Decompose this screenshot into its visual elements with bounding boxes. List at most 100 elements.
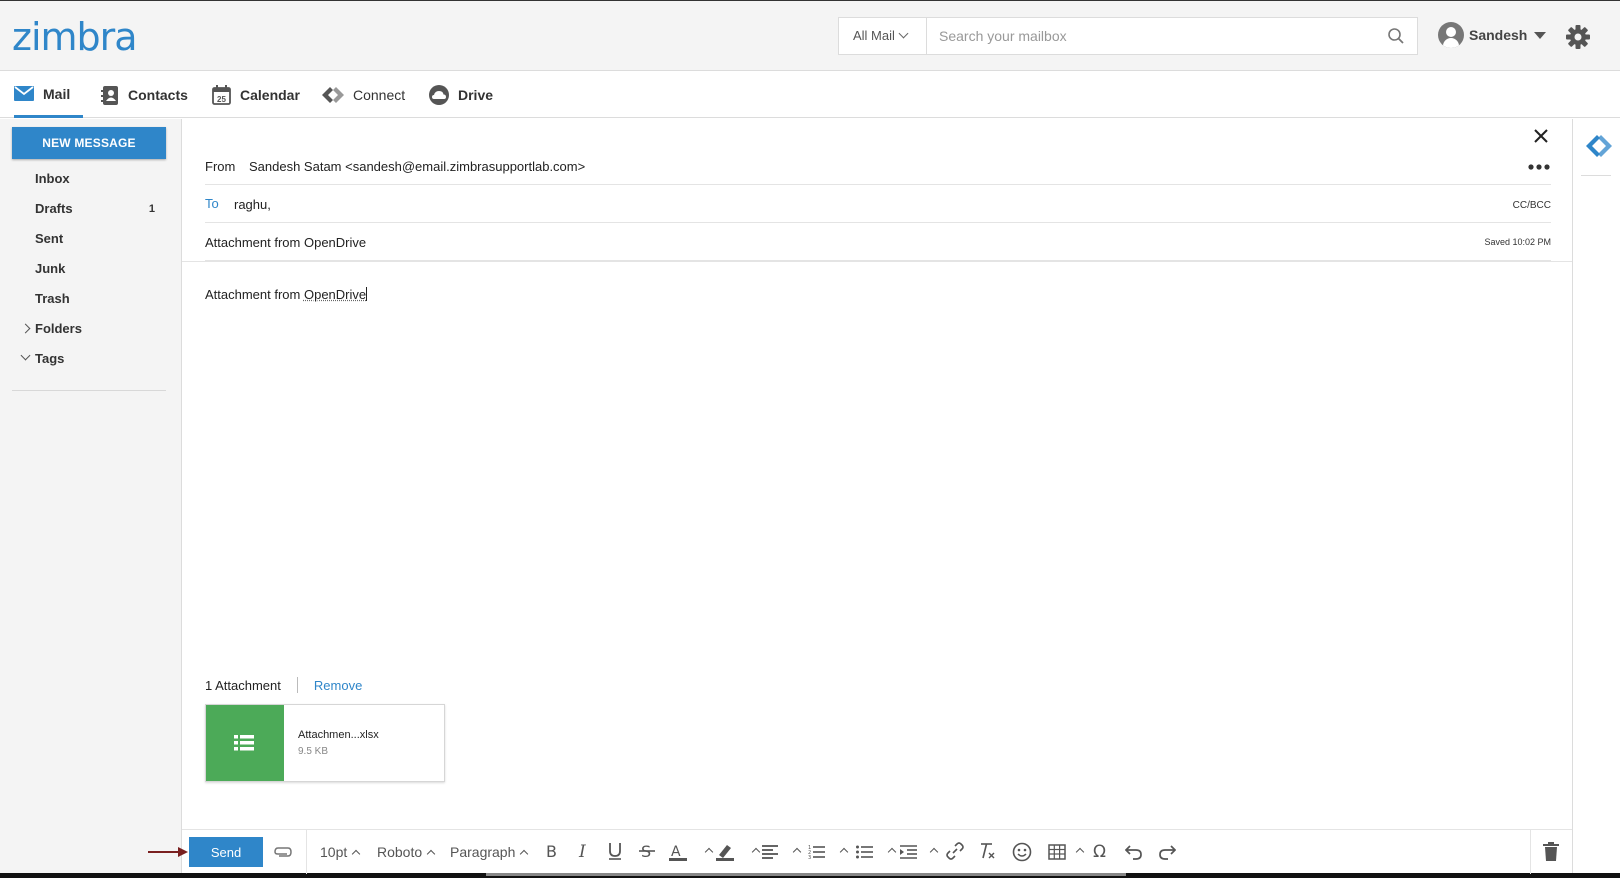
zimbra-logo[interactable]: zimbra: [12, 15, 138, 59]
app-header: zimbra All Mail Sandesh: [0, 1, 1620, 71]
sidebar-item-tags[interactable]: Tags: [20, 349, 155, 369]
close-icon[interactable]: [1532, 127, 1550, 145]
sidebar-item-drafts[interactable]: Drafts 1: [35, 199, 155, 219]
from-row: From Sandesh Satam <sandesh@email.zimbra…: [205, 147, 1551, 185]
chevron-up-icon[interactable]: [1075, 847, 1085, 857]
gear-icon[interactable]: [1565, 24, 1591, 50]
tab-calendar[interactable]: 25 Calendar: [212, 72, 300, 118]
sidebar-item-label: Trash: [35, 291, 70, 306]
search-icon[interactable]: [1387, 27, 1405, 45]
redo-icon[interactable]: [1158, 842, 1176, 860]
toolbar-separator: [306, 830, 307, 874]
special-character-icon[interactable]: Ω: [1092, 842, 1110, 860]
bullet-list-icon[interactable]: [856, 844, 874, 860]
align-icon[interactable]: [762, 844, 780, 860]
tab-drive[interactable]: Drive: [429, 72, 493, 118]
sidebar-item-junk[interactable]: Junk: [35, 259, 155, 279]
tab-connect[interactable]: Connect: [322, 72, 405, 118]
indent-icon[interactable]: [900, 844, 918, 860]
chevron-up-icon[interactable]: [839, 847, 849, 857]
horizontal-scrollbar[interactable]: [486, 873, 1126, 876]
undo-icon[interactable]: [1125, 842, 1143, 860]
paperclip-icon[interactable]: [273, 845, 293, 859]
chevron-up-icon[interactable]: [704, 847, 714, 857]
chevron-up-icon[interactable]: [929, 847, 939, 857]
chevron-up-icon: [426, 849, 436, 859]
chevron-up-icon[interactable]: [751, 847, 761, 857]
attachment-separator: [296, 677, 298, 693]
subject-field[interactable]: Attachment from OpenDrive: [205, 235, 366, 250]
saved-status: Saved 10:02 PM: [1484, 237, 1551, 247]
chevron-right-icon[interactable]: [20, 323, 31, 334]
sidebar-item-label: Sent: [35, 231, 64, 246]
text-color-icon[interactable]: A: [669, 842, 687, 862]
trash-icon[interactable]: [1543, 842, 1559, 861]
link-icon[interactable]: [946, 842, 964, 860]
font-family-dropdown[interactable]: Roboto: [377, 830, 436, 874]
strikethrough-icon[interactable]: S: [639, 842, 655, 860]
connect-icon[interactable]: [1585, 135, 1613, 157]
spreadsheet-icon: [234, 735, 254, 751]
svg-text:3: 3: [808, 855, 811, 860]
user-menu[interactable]: Sandesh: [1438, 20, 1547, 50]
tab-contacts[interactable]: Contacts: [101, 72, 188, 118]
sidebar-item-trash[interactable]: Trash: [35, 289, 155, 309]
highlight-icon[interactable]: [716, 842, 734, 862]
mail-icon: [14, 86, 34, 101]
rail-divider: [1581, 175, 1611, 176]
italic-icon[interactable]: I: [578, 842, 590, 860]
to-label[interactable]: To: [205, 196, 219, 211]
sidebar-item-sent[interactable]: Sent: [35, 229, 155, 249]
sidebar-item-label: Junk: [35, 261, 66, 276]
more-options-icon[interactable]: [1527, 163, 1551, 171]
subject-row: Attachment from OpenDrive Saved 10:02 PM: [205, 223, 1551, 261]
attachment-header: 1 Attachment Remove: [205, 677, 362, 693]
emoji-icon[interactable]: [1012, 842, 1032, 862]
search-input[interactable]: [939, 18, 1369, 54]
paragraph-value: Paragraph: [450, 844, 516, 860]
chevron-up-icon[interactable]: [792, 847, 802, 857]
send-button[interactable]: Send: [189, 837, 263, 867]
numbered-list-icon[interactable]: 123: [808, 844, 826, 860]
clear-formatting-icon[interactable]: [979, 842, 995, 860]
attachment-size: 9.5 KB: [298, 746, 329, 757]
search-scope-dropdown[interactable]: All Mail: [839, 18, 927, 54]
search-bar: All Mail: [838, 17, 1418, 55]
attachment-count: 1 Attachment: [205, 677, 281, 693]
tab-mail[interactable]: Mail: [14, 72, 83, 118]
font-size-dropdown[interactable]: 10pt: [320, 830, 361, 874]
tab-label: Drive: [458, 87, 494, 103]
sidebar-item-label: Tags: [35, 351, 65, 366]
body-text: Attachment from: [205, 287, 304, 302]
message-body[interactable]: Attachment from OpenDrive: [205, 287, 368, 302]
sidebar: NEW MESSAGE Inbox Drafts 1 Sent Junk Tras…: [0, 119, 182, 873]
tab-label: Contacts: [128, 87, 188, 103]
from-selector[interactable]: Sandesh Satam <sandesh@email.zimbrasuppo…: [249, 159, 585, 174]
attachment-card[interactable]: Attachmen...xlsx 9.5 KB: [205, 704, 445, 782]
search-scope-label: All Mail: [853, 28, 895, 43]
to-field[interactable]: raghu,: [234, 197, 271, 212]
paragraph-dropdown[interactable]: Paragraph: [450, 830, 529, 874]
new-message-button[interactable]: NEW MESSAGE: [12, 127, 166, 159]
chevron-down-icon: [898, 28, 909, 39]
underline-icon[interactable]: [608, 842, 622, 860]
chevron-up-icon[interactable]: [887, 847, 897, 857]
cc-bcc-toggle[interactable]: CC/BCC: [1513, 200, 1551, 211]
header-divider: [182, 261, 1572, 262]
remove-attachments-link[interactable]: Remove: [314, 678, 362, 693]
from-label: From: [205, 159, 236, 174]
bold-icon[interactable]: B: [545, 842, 559, 860]
svg-text:I: I: [578, 842, 586, 860]
sidebar-item-inbox[interactable]: Inbox: [35, 169, 155, 189]
chevron-down-icon[interactable]: [20, 350, 31, 361]
compose-toolbar: Send 10pt Roboto Paragraph B I S A 123 Ω: [182, 829, 1572, 874]
avatar: [1438, 22, 1464, 48]
chevron-up-icon: [520, 849, 529, 859]
tab-label: Mail: [43, 85, 71, 102]
table-icon[interactable]: [1048, 844, 1066, 860]
annotation-arrow-icon: [148, 847, 188, 857]
toolbar-separator: [1530, 830, 1531, 874]
attachment-thumbnail: [206, 705, 284, 781]
sidebar-item-folders[interactable]: Folders: [20, 319, 155, 339]
caret-down-icon: [1534, 31, 1547, 39]
